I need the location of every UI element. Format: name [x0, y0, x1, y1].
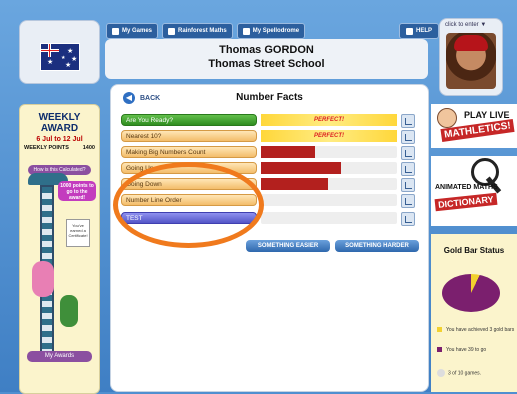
mathletics-banner[interactable]: PLAY LIVE MATHLETICS!: [431, 104, 517, 148]
progress-bar: PERFECT!: [261, 130, 397, 142]
results-graph-icon[interactable]: [401, 162, 415, 176]
gold-bar-pie-chart: [442, 274, 500, 316]
maths-dictionary-banner[interactable]: ANIMATED MATHS DICTIONARY: [431, 156, 517, 226]
games-icon: [112, 27, 119, 35]
games-progress: 3 of 10 games.: [437, 369, 481, 377]
progress-bar: [261, 162, 397, 174]
progress-bar: PERFECT!: [261, 114, 397, 126]
gold-bar-title: Gold Bar Status: [443, 246, 505, 255]
results-graph-icon[interactable]: [401, 194, 415, 208]
student-info: Thomas GORDON Thomas Street School: [105, 39, 428, 79]
results-graph-icon[interactable]: [401, 130, 415, 144]
rainforest-icon: [168, 27, 176, 35]
activity-button[interactable]: Making Big Numbers Count: [121, 146, 257, 158]
student-name: Thomas GORDON: [219, 44, 314, 56]
school-name: Thomas Street School: [208, 58, 325, 70]
avatar-hint: click to enter ▼: [445, 22, 487, 28]
avatar[interactable]: [446, 33, 496, 89]
progress-fill: [261, 178, 328, 190]
gold-bar-status-panel: Gold Bar Status You have achieved 3 gold…: [431, 234, 517, 392]
progress-fill: [261, 146, 315, 158]
progress-fill: [261, 162, 341, 174]
perfect-badge: PERFECT!: [261, 114, 397, 126]
progress-bar: [261, 178, 397, 190]
to-go-legend: You have 39 to go: [437, 347, 486, 353]
page-title: Number Facts: [236, 92, 303, 103]
nav-my-spellodrome[interactable]: My Spellodrome: [236, 23, 306, 39]
nav-rainforest-maths[interactable]: Rainforest Maths: [162, 23, 233, 39]
weekly-award-panel: WEEKLY AWARD 6 Jul to 12 Jul WEEKLY POIN…: [19, 104, 100, 394]
australia-flag-icon: ★ ★ ★ ★ ★: [40, 43, 80, 71]
country-flag-box: ★ ★ ★ ★ ★: [19, 20, 100, 84]
games-progress-icon: [437, 369, 445, 377]
character-girl-icon: [32, 261, 54, 297]
my-awards-button[interactable]: My Awards: [27, 351, 92, 362]
something-harder-button[interactable]: SOMETHING HARDER: [335, 240, 419, 252]
certificate-icon[interactable]: You've earned a Certificate!: [66, 219, 90, 247]
achieved-legend: You have achieved 3 gold bars: [437, 327, 514, 333]
top-navigation: My Games Rainforest Maths My Spellodrome: [106, 23, 306, 39]
character-boy-icon: [60, 295, 78, 327]
perfect-badge: PERFECT!: [261, 130, 397, 142]
progress-bar: [261, 212, 397, 224]
progress-bar: [261, 194, 397, 206]
results-graph-icon[interactable]: [401, 146, 415, 160]
highlight-annotation-ring: [113, 162, 264, 248]
nav-my-games[interactable]: My Games: [106, 23, 159, 39]
progress-bar: [261, 146, 397, 158]
results-graph-icon[interactable]: [401, 178, 415, 192]
results-graph-icon[interactable]: [401, 212, 415, 226]
activity-button[interactable]: Are You Ready?: [121, 114, 257, 126]
help-icon: [406, 27, 413, 35]
something-easier-button[interactable]: SOMETHING EASIER: [246, 240, 330, 252]
award-date-range: 6 Jul to 12 Jul: [36, 136, 83, 143]
results-graph-icon[interactable]: [401, 114, 415, 128]
avatar-box[interactable]: click to enter ▼: [439, 18, 503, 96]
help-button[interactable]: HELP: [399, 23, 440, 39]
weekly-points: WEEKLY POINTS 1400: [24, 145, 95, 151]
character-face-icon: [437, 108, 457, 128]
app-frame: ★ ★ ★ ★ ★ My Games Rainforest Maths My S…: [0, 0, 517, 394]
weekly-award-title: WEEKLY AWARD: [38, 112, 81, 134]
points-to-go-tag: 1000 points to go to the award!: [58, 181, 96, 201]
spellodrome-icon: [242, 27, 250, 35]
activity-button[interactable]: Nearest 10?: [121, 130, 257, 142]
